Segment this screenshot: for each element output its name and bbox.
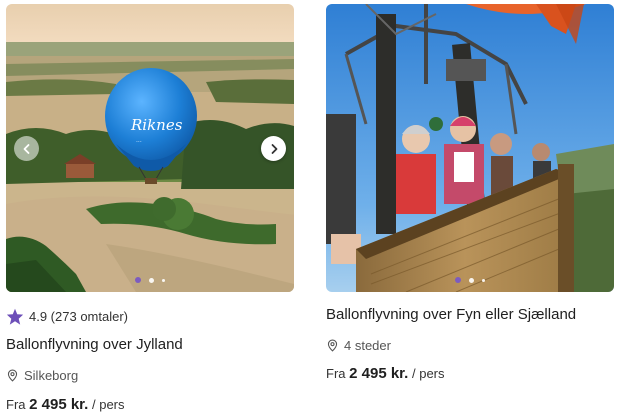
rating-score: 4.9 (273 omtaler): [29, 308, 128, 324]
location: 4 steder: [326, 335, 614, 355]
price-amount: 2 495 kr.: [29, 396, 89, 413]
price-suffix: / pers: [91, 397, 125, 412]
carousel-dots: [6, 277, 294, 283]
card-title[interactable]: Ballonflyvning over Fyn eller Sjælland: [326, 305, 614, 325]
previous-image-button[interactable]: [14, 136, 39, 161]
chevron-left-icon: [23, 143, 29, 154]
product-card-fyn-sjaelland[interactable]: Ballonflyvning over Fyn eller Sjælland 4…: [326, 4, 614, 384]
carousel-dot-3[interactable]: [482, 278, 485, 282]
location-text: 4 steder: [344, 337, 391, 353]
card-image-carousel[interactable]: Riknes ...: [6, 4, 294, 292]
star-icon: [6, 308, 24, 325]
carousel-dot-1[interactable]: [455, 277, 461, 283]
hot-air-balloon-photo: Riknes ...: [6, 4, 294, 292]
price-prefix: Fra: [326, 366, 346, 381]
balloon-basket-photo: [326, 4, 614, 292]
location-pin-icon: [327, 339, 338, 352]
carousel-dot-2[interactable]: [469, 277, 474, 283]
location-pin-icon: [7, 369, 18, 382]
carousel-dots: [326, 277, 614, 283]
card-image-carousel[interactable]: [326, 4, 614, 292]
price: Fra 2 495 kr. / pers: [6, 395, 294, 415]
carousel-dot-1[interactable]: [135, 277, 141, 283]
product-card-jylland[interactable]: Riknes ... 4.9 (273 omtaler) Ballonflyvn…: [6, 4, 294, 415]
carousel-dot-3[interactable]: [162, 278, 165, 282]
price-suffix: / pers: [411, 366, 445, 381]
carousel-dot-2[interactable]: [149, 277, 154, 283]
price-amount: 2 495 kr.: [349, 365, 409, 382]
card-title[interactable]: Ballonflyvning over Jylland: [6, 335, 294, 355]
chevron-right-icon: [271, 143, 277, 154]
balloon-brand-text: Riknes: [130, 116, 183, 134]
location-text: Silkeborg: [24, 367, 79, 383]
price-prefix: Fra: [6, 397, 26, 412]
location: Silkeborg: [6, 365, 294, 385]
next-image-button[interactable]: [261, 136, 286, 161]
balloon-sub-text: ...: [136, 137, 142, 144]
rating: 4.9 (273 omtaler): [6, 306, 294, 326]
price: Fra 2 495 kr. / pers: [326, 364, 614, 384]
